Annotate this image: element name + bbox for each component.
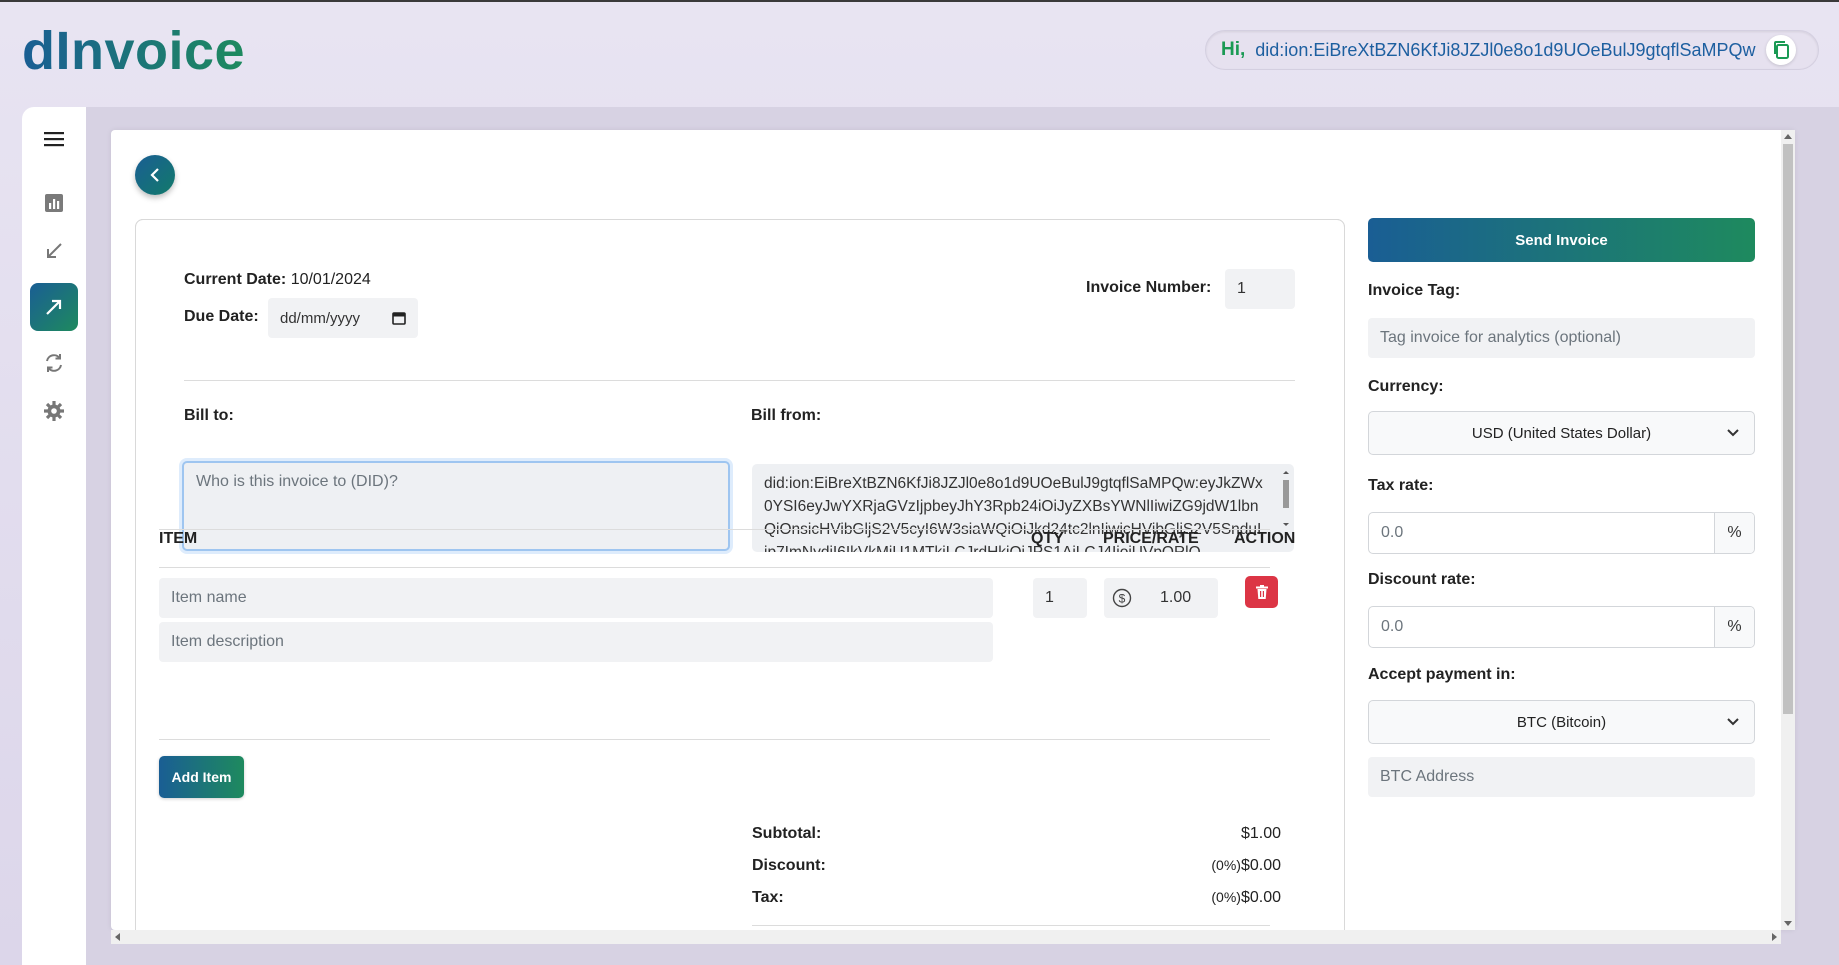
- scroll-down-icon[interactable]: [1784, 921, 1792, 927]
- chevron-left-icon: [150, 168, 159, 182]
- scroll-up-icon[interactable]: [1784, 133, 1792, 139]
- scroll-left-icon[interactable]: [114, 933, 120, 941]
- invoice-tag-label: Invoice Tag:: [1368, 282, 1461, 299]
- item-name-placeholder: Item name: [171, 589, 247, 606]
- price-value: 1.00: [1160, 589, 1192, 606]
- discount-rate-unit: %: [1714, 607, 1754, 647]
- item-description-input[interactable]: Item description: [159, 622, 993, 662]
- discount-percent: (0%): [1211, 857, 1241, 873]
- currency-select[interactable]: USD (United States Dollar): [1368, 411, 1755, 455]
- tax-value-group: (0%)$0.00: [1151, 889, 1281, 907]
- discount-value: $0.00: [1240, 857, 1281, 874]
- tax-rate-value: 0.0: [1381, 524, 1404, 541]
- divider: [184, 380, 1295, 381]
- tax-rate-label: Tax rate:: [1368, 477, 1434, 494]
- payment-currency-value: BTC (Bitcoin): [1516, 713, 1607, 731]
- trash-icon: [1255, 585, 1268, 599]
- invoice-tag-input[interactable]: Tag invoice for analytics (optional): [1368, 318, 1755, 358]
- invoice-number-value: 1: [1237, 280, 1246, 297]
- subtotal-label: Subtotal:: [752, 825, 822, 842]
- chevron-down-icon: [1727, 429, 1739, 437]
- horizontal-scrollbar[interactable]: [111, 930, 1781, 944]
- window-top-edge: [0, 0, 1839, 2]
- item-name-input[interactable]: Item name: [159, 578, 993, 618]
- due-date-input[interactable]: dd/mm/yyyy: [268, 298, 418, 338]
- invoice-number-label: Invoice Number:: [1086, 279, 1212, 296]
- invoice-number-input[interactable]: 1: [1225, 269, 1295, 309]
- bill-to-input[interactable]: Who is this invoice to (DID)?: [182, 461, 730, 551]
- sidebar: [22, 107, 86, 965]
- sync-icon[interactable]: [30, 339, 78, 387]
- col-price: PRICE/RATE: [1103, 530, 1199, 547]
- user-did-pill: Hi, did:ion:EiBreXtBZN6KfJi8JZJl0e8o1d9U…: [1205, 30, 1819, 70]
- payment-currency-select[interactable]: BTC (Bitcoin): [1368, 700, 1755, 744]
- due-date-label: Due Date:: [184, 308, 259, 325]
- tax-percent: (0%): [1211, 889, 1241, 905]
- tax-label: Tax:: [752, 889, 784, 906]
- invoice-tag-placeholder: Tag invoice for analytics (optional): [1380, 329, 1622, 346]
- vertical-scrollbar[interactable]: [1781, 130, 1795, 930]
- gear-icon[interactable]: [30, 387, 78, 435]
- chevron-down-icon: [1727, 718, 1739, 726]
- item-description-placeholder: Item description: [171, 633, 284, 650]
- discount-value-group: (0%)$0.00: [1151, 857, 1281, 875]
- bill-from-label: Bill from:: [751, 407, 822, 424]
- current-date-label: Current Date:: [184, 271, 287, 288]
- user-did: did:ion:EiBreXtBZN6KfJi8JZJl0e8o1d9UOeBu…: [1255, 39, 1756, 60]
- calendar-icon[interactable]: [392, 311, 406, 325]
- currency-value: USD (United States Dollar): [1471, 424, 1652, 442]
- send-invoice-button[interactable]: Send Invoice: [1368, 218, 1755, 262]
- tax-rate-input[interactable]: 0.0 %: [1368, 512, 1755, 554]
- bill-from-input[interactable]: did:ion:EiBreXtBZN6KfJi8JZJl0e8o1d9UOeBu…: [752, 464, 1294, 552]
- dollar-circle-icon: $: [1112, 588, 1132, 608]
- due-date-placeholder: dd/mm/yyyy: [280, 309, 361, 327]
- col-action: ACTION: [1234, 530, 1296, 547]
- table-header-divider: [159, 567, 1270, 568]
- add-item-button[interactable]: Add Item: [159, 756, 244, 798]
- chart-icon[interactable]: [30, 179, 78, 227]
- bill-to-label: Bill to:: [184, 407, 234, 424]
- accept-payment-label: Accept payment in:: [1368, 666, 1516, 683]
- copy-icon[interactable]: [1765, 35, 1796, 65]
- col-qty: QTY: [1031, 530, 1064, 547]
- arrow-down-left-icon[interactable]: [30, 227, 78, 275]
- svg-text:$: $: [1119, 592, 1126, 606]
- back-button[interactable]: [135, 155, 175, 195]
- price-input-group[interactable]: $ 1.00: [1104, 578, 1218, 618]
- delete-item-button[interactable]: [1245, 576, 1278, 608]
- bill-to-placeholder: Who is this invoice to (DID)?: [196, 473, 398, 490]
- invoice-card: Current Date: 10/01/2024 Due Date: dd/mm…: [135, 219, 1345, 930]
- invoice-panel: Current Date: 10/01/2024 Due Date: dd/mm…: [111, 130, 1795, 930]
- subtotal-value: $1.00: [1240, 825, 1281, 842]
- brand-logo: dInvoice: [22, 21, 246, 81]
- discount-rate-input[interactable]: 0.0 %: [1368, 606, 1755, 648]
- arrow-up-right-icon[interactable]: [30, 283, 78, 331]
- current-date-row: Current Date: 10/01/2024: [184, 271, 371, 289]
- tax-value: $0.00: [1240, 889, 1281, 906]
- menu-icon[interactable]: [30, 115, 78, 163]
- scroll-right-icon[interactable]: [1772, 933, 1778, 941]
- greeting: Hi,: [1221, 39, 1246, 60]
- discount-label: Discount:: [752, 857, 826, 874]
- currency-label: Currency:: [1368, 378, 1444, 395]
- qty-value: 1: [1045, 589, 1054, 606]
- vertical-scroll-thumb[interactable]: [1783, 144, 1793, 714]
- btc-address-input[interactable]: BTC Address: [1368, 757, 1755, 797]
- table-bottom-divider: [159, 739, 1270, 740]
- tax-rate-unit: %: [1714, 513, 1754, 553]
- qty-input[interactable]: 1: [1033, 578, 1087, 618]
- discount-rate-label: Discount rate:: [1368, 571, 1476, 588]
- discount-rate-value: 0.0: [1381, 618, 1404, 635]
- summary-divider: [752, 925, 1270, 926]
- current-date-value: 10/01/2024: [290, 271, 371, 288]
- col-item: ITEM: [159, 530, 198, 547]
- btc-address-placeholder: BTC Address: [1380, 768, 1475, 785]
